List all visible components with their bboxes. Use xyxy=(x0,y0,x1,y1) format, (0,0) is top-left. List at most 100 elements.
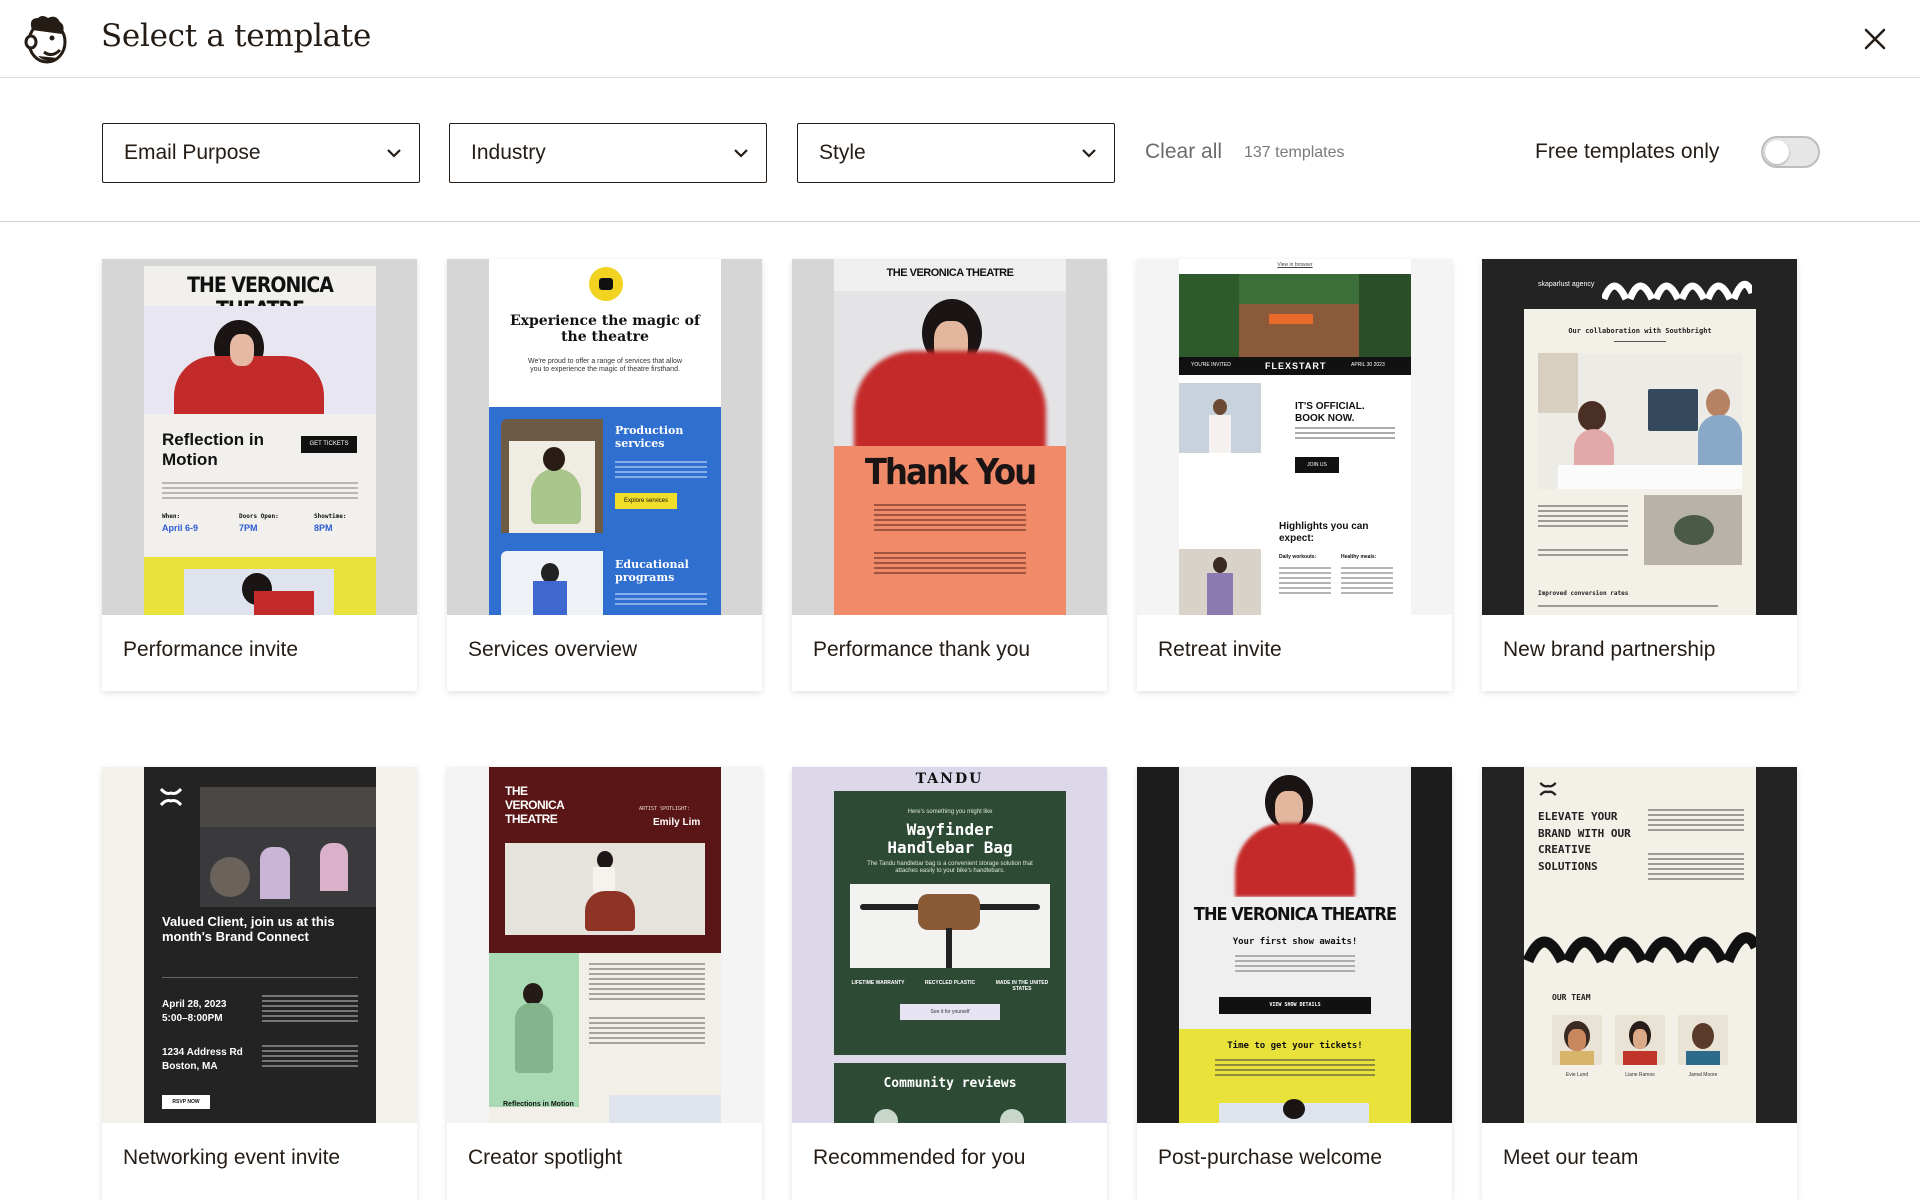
email-preview: Valued Client, join us at this month's B… xyxy=(144,767,376,1123)
body-text xyxy=(1235,955,1355,975)
section1-title: Production services xyxy=(615,424,684,450)
col1-title: Daily workouts: xyxy=(1279,554,1317,560)
template-preview: ELEVATE YOUR BRAND WITH OUR CREATIVE SOL… xyxy=(1482,767,1797,1123)
industry-dropdown[interactable]: Industry xyxy=(449,123,767,183)
clear-all-button[interactable]: Clear all xyxy=(1145,140,1222,164)
template-card-post-purchase-welcome[interactable]: THE VERONICA THEATRE Your first show awa… xyxy=(1137,767,1452,1200)
preview-headline: ELEVATE YOUR BRAND WITH OUR CREATIVE SOL… xyxy=(1538,810,1631,873)
template-name: Performance thank you xyxy=(813,638,1031,661)
body-text xyxy=(1279,567,1331,597)
template-card-services-overview[interactable]: Experience the magic of the theatre We'r… xyxy=(447,259,762,691)
preview-button: RSVP NOW xyxy=(162,1095,210,1109)
view-in-browser-link[interactable]: View in browser xyxy=(1179,262,1411,269)
team-member-name: Evie Lund xyxy=(1565,1072,1589,1078)
body-text xyxy=(262,995,358,1025)
free-templates-toggle[interactable] xyxy=(1761,136,1820,168)
email-purpose-label: Email Purpose xyxy=(124,141,261,164)
event-time: 5:00–8:00PM xyxy=(162,1013,223,1024)
preview-subhead: Your first show awaits! xyxy=(1232,937,1358,947)
modal-header: Select a template xyxy=(0,0,1920,78)
wave-pattern-icon xyxy=(1602,280,1752,301)
email-preview: THE VERONICA THEATRE Thank You xyxy=(834,259,1066,615)
template-card-performance-invite[interactable]: THE VERONICA THEATRE Reflection in Motio… xyxy=(102,259,417,691)
footer-headline: Improved conversion rates xyxy=(1538,590,1629,597)
template-name: Meet our team xyxy=(1503,1146,1639,1169)
preview-button: Explore services xyxy=(615,493,677,509)
team-avatar xyxy=(1552,1015,1602,1065)
section2-title: Educational programs xyxy=(615,558,689,584)
close-icon[interactable] xyxy=(1858,22,1892,56)
artist-photo-2 xyxy=(489,953,579,1107)
spotlight-header: THE VERONICA THEATRE ARTIST SPOTLIGHT: E… xyxy=(489,767,721,953)
hero-photo xyxy=(144,306,376,414)
hero-photo xyxy=(834,291,1066,446)
services-section: Production services Explore services Edu… xyxy=(489,407,721,615)
body-text xyxy=(162,482,358,502)
template-card-new-brand-partnership[interactable]: skaparlust agency Our collaboration with… xyxy=(1482,259,1797,691)
col2-title: Healthy meals: xyxy=(1341,554,1377,560)
template-preview: Valued Client, join us at this month's B… xyxy=(102,767,417,1123)
reviews-title: Community reviews xyxy=(883,1076,1017,1091)
preview-button: See it for yourself xyxy=(900,1004,1000,1020)
yoga-photo xyxy=(1179,383,1261,453)
template-card-creator-spotlight[interactable]: THE VERONICA THEATRE ARTIST SPOTLIGHT: E… xyxy=(447,767,762,1200)
event-address: 1234 Address Rd xyxy=(162,1047,243,1058)
template-name: Retreat invite xyxy=(1158,638,1282,661)
body-text xyxy=(1648,809,1744,834)
preview-headline: Thank You xyxy=(864,452,1037,493)
template-card-networking-event-invite[interactable]: Valued Client, join us at this month's B… xyxy=(102,767,417,1200)
preview-headline: Wayfinder Handlebar Bag xyxy=(887,820,1013,858)
template-name: Networking event invite xyxy=(123,1146,341,1169)
spotlight-kicker: ARTIST SPOTLIGHT: xyxy=(639,806,691,812)
when-label: When: xyxy=(162,513,181,520)
email-preview: THE VERONICA THEATRE Your first show awa… xyxy=(1179,767,1411,1123)
template-preview: skaparlust agency Our collaboration with… xyxy=(1482,259,1797,615)
agency-name: skaparlust agency xyxy=(1538,281,1595,288)
template-name: Post-purchase welcome xyxy=(1158,1146,1383,1169)
template-card-recommended-for-you[interactable]: TANDU Here's something you might like Wa… xyxy=(792,767,1107,1200)
artist-name: Emily Lim xyxy=(653,817,701,828)
body-text xyxy=(1295,427,1395,442)
thank-you-section: Thank You xyxy=(834,446,1066,615)
chevron-down-icon xyxy=(734,149,748,158)
template-card-meet-our-team[interactable]: ELEVATE YOUR BRAND WITH OUR CREATIVE SOL… xyxy=(1482,767,1797,1200)
preview-headline: Our collaboration with Southbright xyxy=(1568,327,1712,335)
artist-photo xyxy=(505,843,705,935)
preview-button: GET TICKETS xyxy=(301,436,357,453)
body-text xyxy=(1215,1059,1375,1079)
template-count: 137 templates xyxy=(1244,144,1345,161)
preview-kicker: Here's something you might like xyxy=(907,809,993,815)
body-text xyxy=(1538,605,1718,610)
ticket-cta: Time to get your tickets! xyxy=(1227,1041,1363,1051)
event-photo xyxy=(200,787,376,907)
template-preview: THE VERONICA THEATRE ARTIST SPOTLIGHT: E… xyxy=(447,767,762,1123)
email-preview: THE VERONICA THEATRE ARTIST SPOTLIGHT: E… xyxy=(489,767,721,1123)
preview-headline: IT'S OFFICIAL. BOOK NOW. xyxy=(1295,401,1365,424)
body-text xyxy=(1648,853,1744,883)
free-templates-label: Free templates only xyxy=(1535,140,1720,163)
preview-caption: Reflections in Motion xyxy=(503,1101,574,1108)
hero-photo xyxy=(1179,274,1411,357)
chevron-down-icon xyxy=(387,149,401,158)
agency-logo-icon xyxy=(1539,782,1557,796)
template-card-performance-thank-you[interactable]: THE VERONICA THEATRE Thank You Performan… xyxy=(792,259,1107,691)
style-dropdown[interactable]: Style xyxy=(797,123,1115,183)
team-avatar xyxy=(1615,1015,1665,1065)
preview-button: VIEW SHOW DETAILS xyxy=(1219,997,1371,1014)
template-card-retreat-invite[interactable]: View in browser YOU'RE INVITED FLEXSTART… xyxy=(1137,259,1452,691)
showtime-value: 8PM xyxy=(314,523,333,533)
team-photo xyxy=(1644,495,1742,565)
doors-value: 7PM xyxy=(239,523,258,533)
event-date: APRIL 30 2023 xyxy=(1351,362,1385,368)
body-text xyxy=(262,1045,358,1070)
email-purpose-dropdown[interactable]: Email Purpose xyxy=(102,123,420,183)
template-name: Creator spotlight xyxy=(468,1146,623,1169)
body-text xyxy=(589,963,705,1003)
body-text xyxy=(615,461,707,481)
highlights-title: Highlights you can expect: xyxy=(1279,521,1369,544)
invited-label: YOU'RE INVITED xyxy=(1191,362,1231,368)
preview-headline: Valued Client, join us at this month's B… xyxy=(162,914,335,944)
body-text xyxy=(874,504,1026,534)
template-preview: THE VERONICA THEATRE Thank You xyxy=(792,259,1107,615)
mailchimp-freddie-icon[interactable] xyxy=(22,12,72,66)
